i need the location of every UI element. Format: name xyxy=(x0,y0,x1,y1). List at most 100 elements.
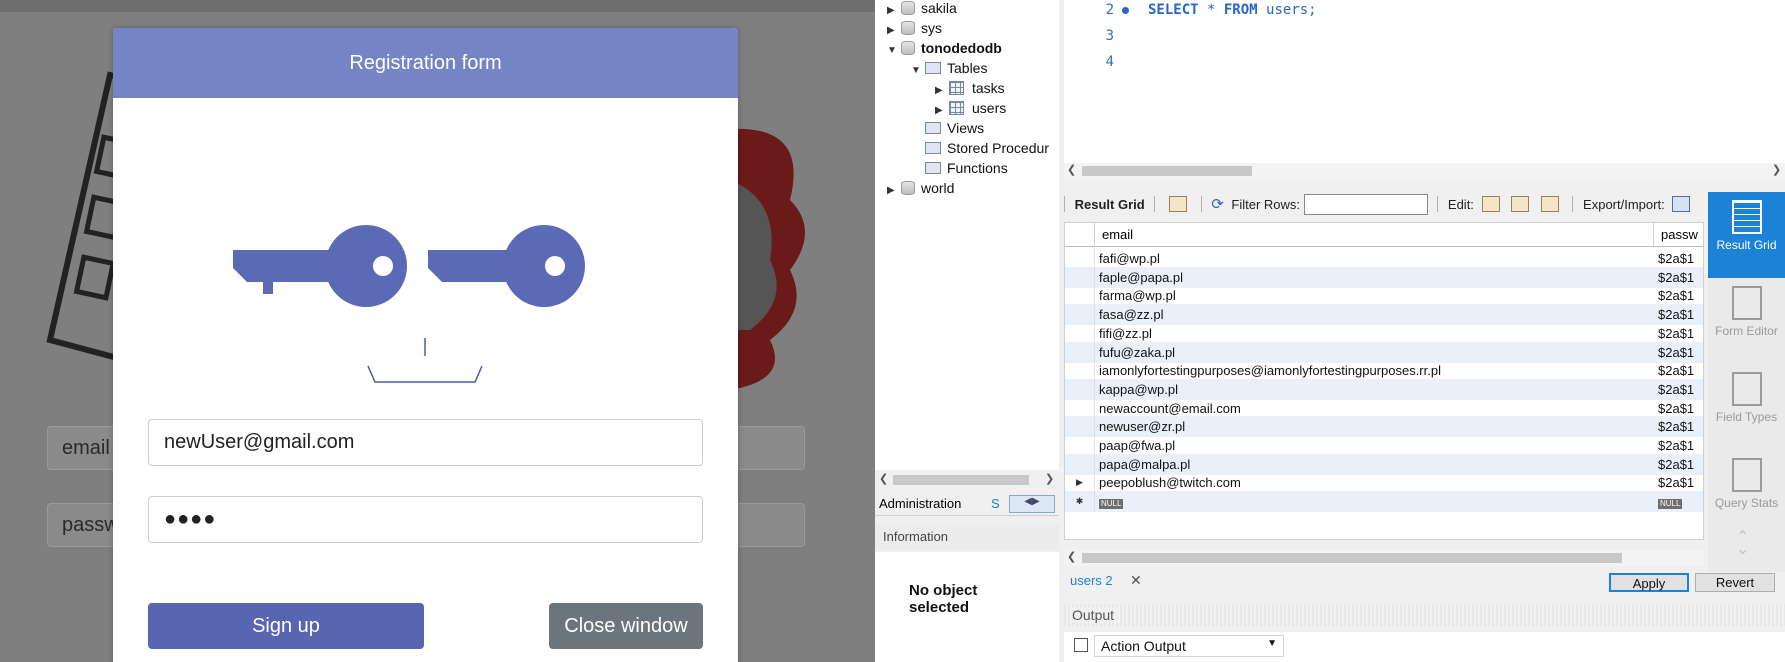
tab-scroll-arrows-icon[interactable]: ◀▶ xyxy=(1009,495,1055,513)
result-grid-label[interactable]: Result Grid xyxy=(1075,197,1145,212)
close-tab-icon[interactable]: ✕ xyxy=(1130,572,1142,589)
edit-label: Edit: xyxy=(1447,197,1474,212)
schema-label: sakila xyxy=(921,0,957,16)
null-password-cell[interactable]: NULL xyxy=(1658,491,1683,512)
editor-horizontal-scrollbar[interactable]: ❮ ❯ xyxy=(1064,163,1785,179)
column-header-password[interactable]: passw xyxy=(1661,227,1698,242)
schema-sakila[interactable]: ▶ sakila xyxy=(887,0,957,18)
folder-functions[interactable]: Functions xyxy=(925,158,1008,178)
views-folder-icon xyxy=(925,122,941,134)
grid-horizontal-scrollbar[interactable]: ❮ xyxy=(1064,550,1704,566)
table-icon xyxy=(949,81,964,95)
schema-world[interactable]: ▶ world xyxy=(887,178,954,198)
result-grid[interactable]: email passw fafi@wp.pl $2a$1 faple@papa.pl… xyxy=(1064,222,1704,540)
schema-tonodedodb[interactable]: ▼ tonodedodb xyxy=(887,38,1002,58)
folder-tables[interactable]: ▼ Tables xyxy=(911,58,987,78)
apply-button[interactable]: Apply xyxy=(1609,573,1689,592)
schema-label: tonodedodb xyxy=(921,40,1002,56)
statement-marker-icon xyxy=(1122,7,1129,14)
sql-text: * xyxy=(1198,2,1224,18)
result-tab-users-2[interactable]: users 2 xyxy=(1070,573,1113,588)
modal-title: Registration form xyxy=(113,28,738,98)
password-input[interactable]: ●●●● xyxy=(148,496,703,543)
scroll-right-icon[interactable]: ❯ xyxy=(1045,472,1054,485)
null-email-cell[interactable]: NULL xyxy=(1099,491,1124,512)
expand-arrow-icon[interactable]: ▶ xyxy=(887,181,901,201)
folder-label: Functions xyxy=(947,160,1008,176)
sql-editor[interactable]: 2 3 4 SELECT * FROM users; xyxy=(1064,0,1785,163)
sql-keyword: FROM xyxy=(1223,2,1258,18)
delete-row-icon[interactable] xyxy=(1540,196,1559,212)
side-field-types-button[interactable]: Field Types xyxy=(1708,364,1785,450)
copy-output-icon[interactable] xyxy=(1074,638,1088,652)
scroll-left-icon[interactable]: ❮ xyxy=(1067,550,1076,563)
database-icon xyxy=(901,41,915,55)
database-icon xyxy=(901,181,915,195)
grid-layout-icon[interactable] xyxy=(1168,196,1187,212)
collapse-arrow-icon[interactable]: ▼ xyxy=(887,41,901,61)
email-input[interactable]: newUser@gmail.com xyxy=(148,419,703,466)
side-button-label: Query Stats xyxy=(1714,496,1779,510)
output-type-select[interactable]: Action Output ▼ xyxy=(1094,635,1284,657)
left-key-icon xyxy=(233,225,407,307)
scrollbar-thumb[interactable] xyxy=(1082,166,1252,176)
database-icon xyxy=(901,21,915,35)
workbench-window: ▶ sakila ▶ sys ▼ tonodedodb ▼ Tables ▶ tasks … xyxy=(875,0,1785,662)
scroll-left-icon[interactable]: ❮ xyxy=(1067,163,1076,176)
sql-statement[interactable]: SELECT * FROM users; xyxy=(1148,2,1317,18)
schema-label: sys xyxy=(921,20,942,36)
close-window-button[interactable]: Close window xyxy=(549,603,703,649)
schema-sys[interactable]: ▶ sys xyxy=(887,18,942,38)
column-divider[interactable] xyxy=(1653,223,1654,247)
null-badge: NULL xyxy=(1099,499,1124,510)
refresh-icon[interactable]: ⟳ xyxy=(1211,196,1224,213)
result-grid-toolbar: Result Grid ⟳ Filter Rows: Edit: Export/… xyxy=(1064,194,1704,220)
side-form-editor-button[interactable]: Form Editor xyxy=(1708,278,1785,364)
table-users[interactable]: ▶ users xyxy=(935,98,1006,118)
side-query-stats-button[interactable]: Query Stats xyxy=(1708,450,1785,536)
toolbar-separator xyxy=(1200,196,1202,212)
edit-row-icon[interactable] xyxy=(1481,196,1500,212)
side-result-grid-button[interactable]: Result Grid xyxy=(1708,192,1785,278)
folder-stored-procedures[interactable]: Stored Procedur xyxy=(925,138,1049,158)
collapse-arrow-icon[interactable]: ▼ xyxy=(911,61,925,81)
export-icon[interactable] xyxy=(1672,196,1691,212)
scrollbar-thumb[interactable] xyxy=(893,475,1029,485)
scroll-left-icon[interactable]: ❮ xyxy=(879,472,888,485)
filter-rows-input[interactable] xyxy=(1303,194,1428,215)
output-type-value: Action Output xyxy=(1101,638,1186,654)
add-row-icon[interactable] xyxy=(1511,196,1530,212)
output-toolbar: Action Output ▼ xyxy=(1064,632,1785,662)
scroll-right-icon[interactable]: ❯ xyxy=(1772,163,1781,176)
scrollbar-thumb[interactable] xyxy=(1082,553,1622,563)
output-panel-title: Output xyxy=(1064,604,1785,626)
procedures-folder-icon xyxy=(925,142,941,154)
filter-rows-label: Filter Rows: xyxy=(1231,197,1301,212)
output-title-label: Output xyxy=(1072,607,1119,623)
right-key-icon xyxy=(428,225,585,307)
table-tasks[interactable]: ▶ tasks xyxy=(935,78,1005,98)
tab-schemas[interactable]: S xyxy=(991,496,1000,511)
table-label: users xyxy=(972,100,1007,116)
sign-up-button[interactable]: Sign up xyxy=(148,603,424,649)
grid-header: email passw xyxy=(1065,223,1703,247)
table-label: tasks xyxy=(972,80,1005,96)
information-panel-title: Information xyxy=(875,524,1059,550)
functions-folder-icon xyxy=(925,162,941,174)
scroll-arrows-icon[interactable]: ⌃ ⌄ xyxy=(1736,530,1749,558)
line-number: 2 xyxy=(1105,2,1114,18)
folder-label: Views xyxy=(947,120,985,136)
revert-button[interactable]: Revert xyxy=(1695,573,1775,592)
form-editor-icon xyxy=(1731,286,1762,320)
tab-administration[interactable]: Administration xyxy=(879,496,961,511)
side-button-label: Form Editor xyxy=(1715,324,1778,338)
field-types-icon xyxy=(1731,372,1762,406)
navigator-horizontal-scrollbar[interactable]: ❮ ❯ xyxy=(875,472,1059,488)
folder-views[interactable]: Views xyxy=(925,118,984,138)
chevron-down-icon[interactable]: ▼ xyxy=(1267,638,1277,649)
folder-label: Tables xyxy=(947,60,988,76)
new-row[interactable]: ✱ NULL NULL xyxy=(1065,491,1703,513)
export-import-label: Export/Import: xyxy=(1583,197,1665,212)
column-header-email[interactable]: email xyxy=(1102,227,1133,242)
keys-face-illustration xyxy=(233,225,585,383)
